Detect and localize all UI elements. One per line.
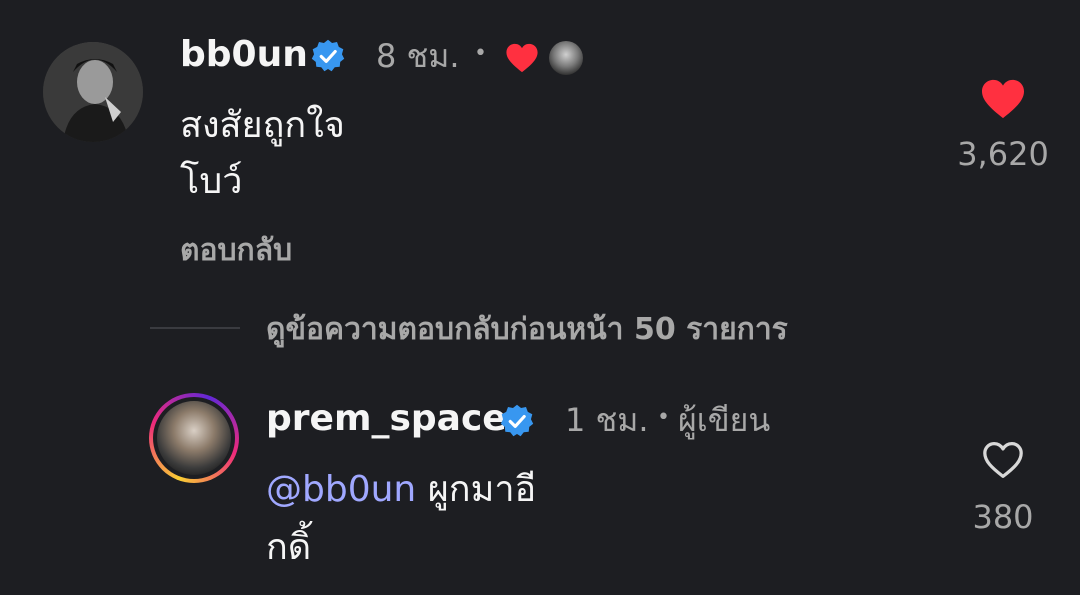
mention-link[interactable]: @bb0un (266, 469, 416, 510)
separator-dot: • (657, 405, 670, 430)
view-previous-replies-button[interactable]: ดูข้อความตอบกลับก่อนหน้า 50 รายการ (266, 308, 788, 352)
avatar-prem-space[interactable] (149, 393, 239, 483)
avatar-ring-inner (153, 397, 235, 479)
heart-outline-icon[interactable] (981, 440, 1025, 480)
comment-username[interactable]: bb0un (180, 32, 308, 78)
comment-time: 1 ชม. (565, 401, 649, 439)
comment-text-line1: สงสัยถูกใจ (180, 105, 345, 146)
heart-filled-icon (506, 43, 538, 73)
verified-badge-icon (500, 404, 534, 437)
reply-button[interactable]: ตอบกลับ (180, 229, 292, 273)
replies-divider (150, 327, 240, 329)
author-avatar-mini (549, 41, 583, 75)
comment-time: 8 ชม. (376, 37, 460, 75)
comment-username[interactable]: prem_space (266, 396, 507, 442)
like-count: 380 (972, 498, 1034, 536)
avatar-photo (157, 401, 231, 475)
comment-text-line1: @bb0un ผูกมาอี (266, 462, 536, 518)
comment-text-line2: โบว์ (180, 161, 243, 202)
like-count: 3,620 (957, 135, 1049, 173)
avatar-photo (43, 42, 143, 142)
comment-text: ผูกมาอี (416, 469, 537, 510)
comment-text-line2: กดิ้ (266, 527, 312, 568)
separator-dot: • (474, 41, 487, 66)
avatar-bb0un[interactable] (43, 42, 143, 142)
verified-badge-icon (311, 39, 345, 72)
author-tag: ผู้เขียน (678, 401, 771, 439)
heart-filled-icon[interactable] (980, 78, 1026, 120)
